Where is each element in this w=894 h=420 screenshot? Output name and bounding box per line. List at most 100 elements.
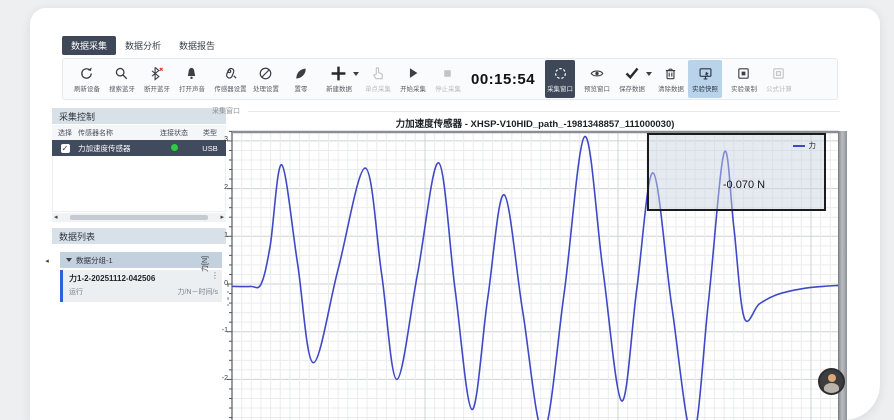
capture-timer: 00:15:54	[471, 71, 535, 88]
data-record-axes: 力/N－时间/s	[178, 287, 218, 297]
search-bluetooth-button[interactable]: 搜索蓝牙	[104, 60, 139, 98]
y-tick-label: 2	[206, 184, 228, 191]
toolbar-label: 采集窗口	[547, 84, 573, 93]
data-list-header: 数据列表	[52, 228, 226, 244]
sensor-type: USB	[196, 144, 224, 153]
stop-capture-button[interactable]: 停止采集	[430, 60, 465, 98]
search-icon	[114, 65, 129, 82]
capture-window-button[interactable]: 采集窗口	[545, 60, 575, 98]
main-tab-bar: 数据采集 数据分析 数据报告	[62, 36, 224, 54]
column-sensor-name: 传感器名称	[78, 128, 152, 138]
toolbar-label: 停止采集	[435, 84, 461, 93]
dial-icon	[258, 65, 273, 82]
panel-collapse-handle[interactable]: ◂	[42, 252, 52, 270]
refresh-icon	[79, 65, 94, 82]
data-group-row[interactable]: 数据分组-1	[60, 252, 222, 268]
formula-icon	[771, 65, 786, 82]
bell-icon	[184, 65, 199, 82]
sensor-table-hscrollbar[interactable]: ◂ ▸	[52, 213, 226, 222]
toolbar-label: 断开蓝牙	[144, 84, 170, 93]
chart-title: 力加速度传感器 - XHSP-V10HID_path_-1981348857_1…	[232, 116, 838, 130]
column-select: 选择	[52, 128, 78, 138]
toolbar-label: 单点采集	[365, 84, 391, 93]
acquisition-control-header: 采集控制	[52, 108, 226, 124]
tab-data-acquisition[interactable]: 数据采集	[62, 36, 116, 55]
toolbar-label: 开始采集	[400, 84, 426, 93]
stop-icon	[441, 65, 454, 82]
start-capture-button[interactable]: 开始采集	[395, 60, 430, 98]
bluetooth-disconnect-icon	[149, 65, 164, 82]
data-group-label: 数据分组-1	[76, 255, 113, 266]
check-icon	[624, 65, 640, 82]
record-icon	[736, 65, 751, 82]
sensor-settings-icon	[223, 65, 238, 82]
kebab-menu-icon[interactable]: ⋮	[211, 274, 219, 278]
zero-button[interactable]: 置零	[283, 60, 318, 98]
toolbar-label: 搜索蓝牙	[109, 84, 135, 93]
hand-icon	[370, 65, 385, 82]
sensor-table-row[interactable]: ✓ 力加速度传感器 USB	[52, 140, 226, 156]
toolbar-label: 置零	[294, 84, 307, 93]
y-tick-label: -1	[206, 327, 228, 334]
legend-series-label: 力	[809, 140, 817, 151]
toolbar-label: 刷新设备	[74, 84, 100, 93]
pane-divider	[248, 111, 840, 112]
sensor-name: 力加速度传感器	[78, 143, 152, 154]
save-data-button[interactable]: 保存数据	[614, 60, 649, 98]
tab-data-analysis[interactable]: 数据分析	[116, 36, 170, 55]
single-point-capture-button[interactable]: 单点采集	[360, 60, 395, 98]
chart-legend: 力	[793, 140, 817, 151]
sensor-checkbox[interactable]: ✓	[61, 144, 70, 153]
refresh-device-button[interactable]: 刷新设备	[69, 60, 104, 98]
disconnect-bluetooth-button[interactable]: 断开蓝牙	[139, 60, 174, 98]
column-connection-status: 连接状态	[152, 128, 196, 138]
toolbar-label: 公式计算	[766, 84, 792, 93]
toolbar-label: 传感器设置	[214, 84, 246, 93]
process-settings-button[interactable]: 处理设置	[248, 60, 283, 98]
acquisition-control-title: 采集控制	[59, 110, 95, 123]
y-tick-label: 3	[206, 136, 228, 143]
connection-status-dot	[171, 144, 178, 151]
formula-calc-button[interactable]: 公式计算	[761, 60, 796, 98]
dropdown-caret-icon[interactable]	[353, 72, 359, 76]
assistant-avatar-button[interactable]	[818, 368, 845, 395]
data-record-status: 运行	[69, 287, 83, 297]
dropdown-caret-icon[interactable]	[646, 72, 652, 76]
new-data-button[interactable]: 新建数据	[321, 60, 356, 98]
preview-window-button[interactable]: 预览窗口	[579, 60, 614, 98]
main-toolbar: 刷新设备 搜索蓝牙 断开蓝牙 打开声音	[62, 58, 838, 100]
experiment-record-button[interactable]: 实验录制	[726, 60, 761, 98]
toolbar-label: 实验快照	[692, 84, 718, 93]
toolbar-label: 保存数据	[619, 84, 645, 93]
y-tick-label: 0	[206, 280, 228, 287]
tab-data-report[interactable]: 数据报告	[170, 36, 224, 55]
sensor-list-area	[52, 156, 226, 212]
toolbar-label: 新建数据	[326, 84, 352, 93]
chart-pane-label: 采集窗口	[212, 106, 240, 116]
clear-data-button[interactable]: 清除数据	[653, 60, 688, 98]
data-record-title: 力1-2-20251112-042506	[69, 273, 218, 284]
legend-line-swatch	[793, 145, 805, 147]
measurement-annotation: -0.070 N	[689, 179, 799, 191]
toolbar-label: 实验录制	[731, 84, 757, 93]
app-window: { "tabs": [ {"label": "数据采集", "active": …	[0, 0, 894, 420]
plus-icon	[330, 65, 347, 82]
sensor-table-header: 选择 传感器名称 连接状态 类型	[52, 125, 226, 141]
experiment-snapshot-button[interactable]: 实验快照	[688, 60, 722, 98]
trash-icon	[663, 65, 678, 82]
data-record-item[interactable]: 力1-2-20251112-042506 运行 力/N－时间/s ⋮	[60, 270, 222, 302]
toolbar-label: 清除数据	[658, 84, 684, 93]
dashed-circle-icon	[553, 65, 568, 82]
chart-selection-region[interactable]: 力 -0.070 N	[647, 133, 826, 211]
scroll-left-icon[interactable]: ◂	[54, 213, 58, 222]
scrollbar-thumb[interactable]	[70, 215, 208, 220]
sound-toggle-button[interactable]: 打开声音	[174, 60, 209, 98]
play-icon	[406, 65, 420, 82]
snapshot-icon	[698, 65, 713, 82]
sensor-settings-button[interactable]: 传感器设置	[213, 60, 248, 98]
y-axis-label: 力[N]	[200, 256, 210, 272]
avatar-body	[824, 383, 839, 393]
scroll-right-icon[interactable]: ▸	[220, 213, 224, 222]
y-tick-label: -2	[206, 375, 228, 382]
y-tick-label: 1	[206, 232, 228, 239]
